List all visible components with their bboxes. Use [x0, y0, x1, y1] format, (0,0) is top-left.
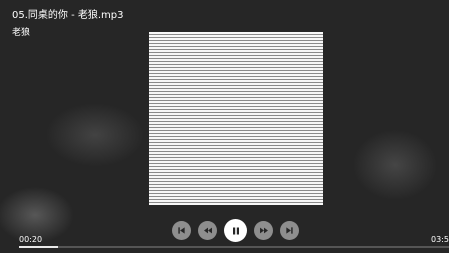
- rewind-button[interactable]: [198, 221, 217, 240]
- fast-forward-icon: [259, 227, 268, 234]
- album-cover: [149, 32, 323, 205]
- music-player: 05.同桌的你 - 老狼.mp3 老狼 00:20 03:5: [0, 0, 449, 253]
- rewind-icon: [203, 227, 212, 234]
- fast-forward-button[interactable]: [254, 221, 273, 240]
- skip-next-button[interactable]: [280, 221, 299, 240]
- playback-controls: [172, 219, 299, 242]
- pause-icon: [232, 227, 239, 234]
- pause-button[interactable]: [224, 219, 247, 242]
- skip-previous-button[interactable]: [172, 221, 191, 240]
- skip-next-icon: [286, 227, 293, 234]
- track-artist: 老狼: [12, 28, 31, 38]
- skip-previous-icon: [178, 227, 185, 234]
- total-time: 03:5: [431, 235, 449, 244]
- progress-bar[interactable]: [19, 246, 449, 248]
- current-time: 00:20: [19, 235, 43, 244]
- track-title: 05.同桌的你 - 老狼.mp3: [12, 10, 124, 21]
- progress-fill: [19, 246, 58, 248]
